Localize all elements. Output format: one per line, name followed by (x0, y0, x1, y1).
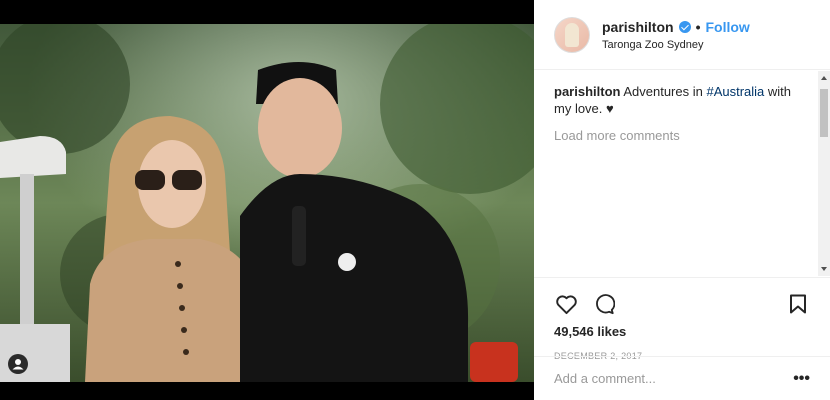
scrollbar-thumb[interactable] (820, 89, 828, 137)
post-caption: parishilton Adventures in #Australia wit… (554, 83, 810, 117)
heart-icon[interactable] (554, 292, 578, 316)
post-photo[interactable] (0, 24, 534, 382)
add-comment-bar: ••• (534, 356, 830, 400)
likes-count[interactable]: 49,546 likes (554, 324, 810, 339)
location-link[interactable]: Taronga Zoo Sydney (602, 39, 750, 51)
comment-input[interactable] (554, 371, 794, 386)
caption-username[interactable]: parishilton (554, 84, 620, 99)
follow-button[interactable]: Follow (705, 19, 749, 35)
post-photo-image (0, 24, 534, 382)
comments-scrollbar[interactable] (818, 71, 830, 276)
post-header: parishilton • Follow Taronga Zoo Sydney (534, 0, 830, 70)
post-side-panel: parishilton • Follow Taronga Zoo Sydney … (534, 0, 830, 400)
more-options-icon[interactable]: ••• (793, 370, 810, 387)
caption-text-before: Adventures in (623, 84, 707, 99)
scroll-down-icon[interactable] (821, 267, 827, 271)
scroll-up-icon[interactable] (821, 76, 827, 80)
load-more-comments-button[interactable]: Load more comments (554, 128, 810, 143)
user-tag-icon[interactable] (8, 354, 28, 374)
avatar[interactable] (554, 16, 590, 53)
verified-badge-icon (678, 20, 691, 33)
post-photo-pane (0, 0, 534, 400)
bookmark-icon[interactable] (786, 292, 810, 316)
header-username[interactable]: parishilton (602, 19, 674, 35)
comments-section: parishilton Adventures in #Australia wit… (534, 71, 830, 276)
caption-hashtag[interactable]: #Australia (706, 84, 764, 99)
comment-icon[interactable] (592, 292, 616, 316)
separator-dot: • (695, 18, 701, 35)
